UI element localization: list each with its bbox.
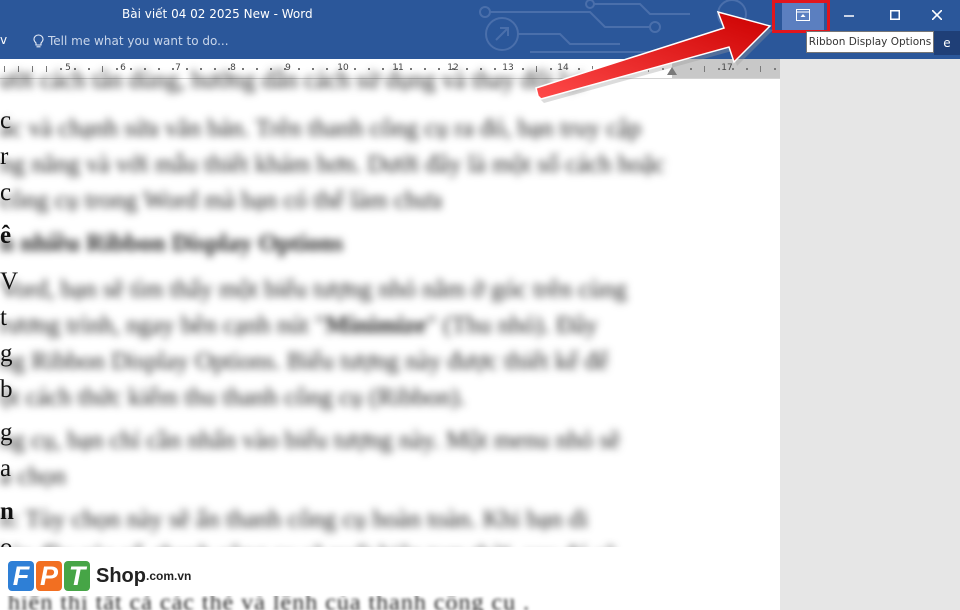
highlight-box bbox=[772, 0, 830, 33]
circuit-decoration bbox=[479, 0, 747, 57]
tell-me-search[interactable]: Tell me what you want to do... bbox=[33, 33, 229, 49]
fpt-letters: F P T bbox=[8, 561, 90, 591]
ribbon-tab-fragment[interactable]: v bbox=[0, 33, 7, 47]
minimize-icon bbox=[844, 15, 854, 17]
ruler-mark bbox=[746, 68, 748, 70]
ruler-mark bbox=[634, 68, 636, 70]
right-indent-marker[interactable] bbox=[667, 67, 677, 75]
bottom-text-line: hiển thị tất cả các thẻ và lệnh của than… bbox=[8, 596, 531, 610]
left-edge-character: ê bbox=[0, 222, 12, 249]
ruler-mark bbox=[760, 66, 761, 72]
logo-letter-f: F bbox=[8, 561, 34, 591]
close-icon bbox=[932, 10, 942, 20]
logo-letter-p: P bbox=[36, 561, 62, 591]
fptshop-logo: F P T Shop .com.vn bbox=[8, 556, 191, 596]
left-edge-character: t bbox=[0, 304, 7, 331]
ruler-mark bbox=[592, 66, 593, 72]
ruler-mark bbox=[662, 68, 664, 70]
ruler-mark bbox=[704, 66, 705, 72]
ruler-mark bbox=[606, 68, 608, 70]
ruler-mark bbox=[774, 68, 776, 70]
logo-letter-t: T bbox=[64, 561, 90, 591]
tell-me-placeholder: Tell me what you want to do... bbox=[48, 34, 229, 48]
lightbulb-icon bbox=[33, 34, 44, 48]
logo-shop-text: Shop bbox=[96, 564, 146, 587]
share-label: e bbox=[943, 36, 951, 50]
ruler-mark bbox=[648, 66, 649, 72]
left-edge-character: g bbox=[0, 340, 13, 367]
ribbon-display-options-tooltip: Ribbon Display Options bbox=[806, 31, 934, 53]
document-page[interactable]: ười cách tân dùng, hướng dẫn cách sử dụn… bbox=[0, 67, 780, 610]
left-edge-character: a bbox=[0, 455, 12, 482]
ruler-label: 17 bbox=[721, 63, 733, 73]
logo-domain-text: .com.vn bbox=[146, 569, 192, 583]
ruler-mark bbox=[718, 68, 720, 70]
ruler-mark bbox=[732, 68, 734, 70]
left-edge-character: c bbox=[0, 107, 12, 134]
share-button[interactable]: e bbox=[934, 31, 960, 55]
left-edge-character: b bbox=[0, 376, 13, 403]
ruler-mark bbox=[690, 68, 692, 70]
left-edge-character: n bbox=[0, 498, 14, 525]
left-edge-character: r bbox=[0, 143, 9, 170]
minimize-button[interactable] bbox=[826, 0, 872, 30]
bottom-text-fragment: hiển thị tất cả các thẻ và lệnh của than… bbox=[0, 596, 780, 610]
left-edge-character: c bbox=[0, 179, 12, 206]
maximize-button[interactable] bbox=[872, 0, 918, 30]
left-edge-character: V bbox=[0, 268, 19, 295]
maximize-icon bbox=[890, 10, 900, 20]
left-edge-character: g bbox=[0, 419, 13, 446]
close-button[interactable] bbox=[914, 0, 960, 30]
window-title: Bài viết 04 02 2025 New - Word bbox=[122, 7, 313, 21]
